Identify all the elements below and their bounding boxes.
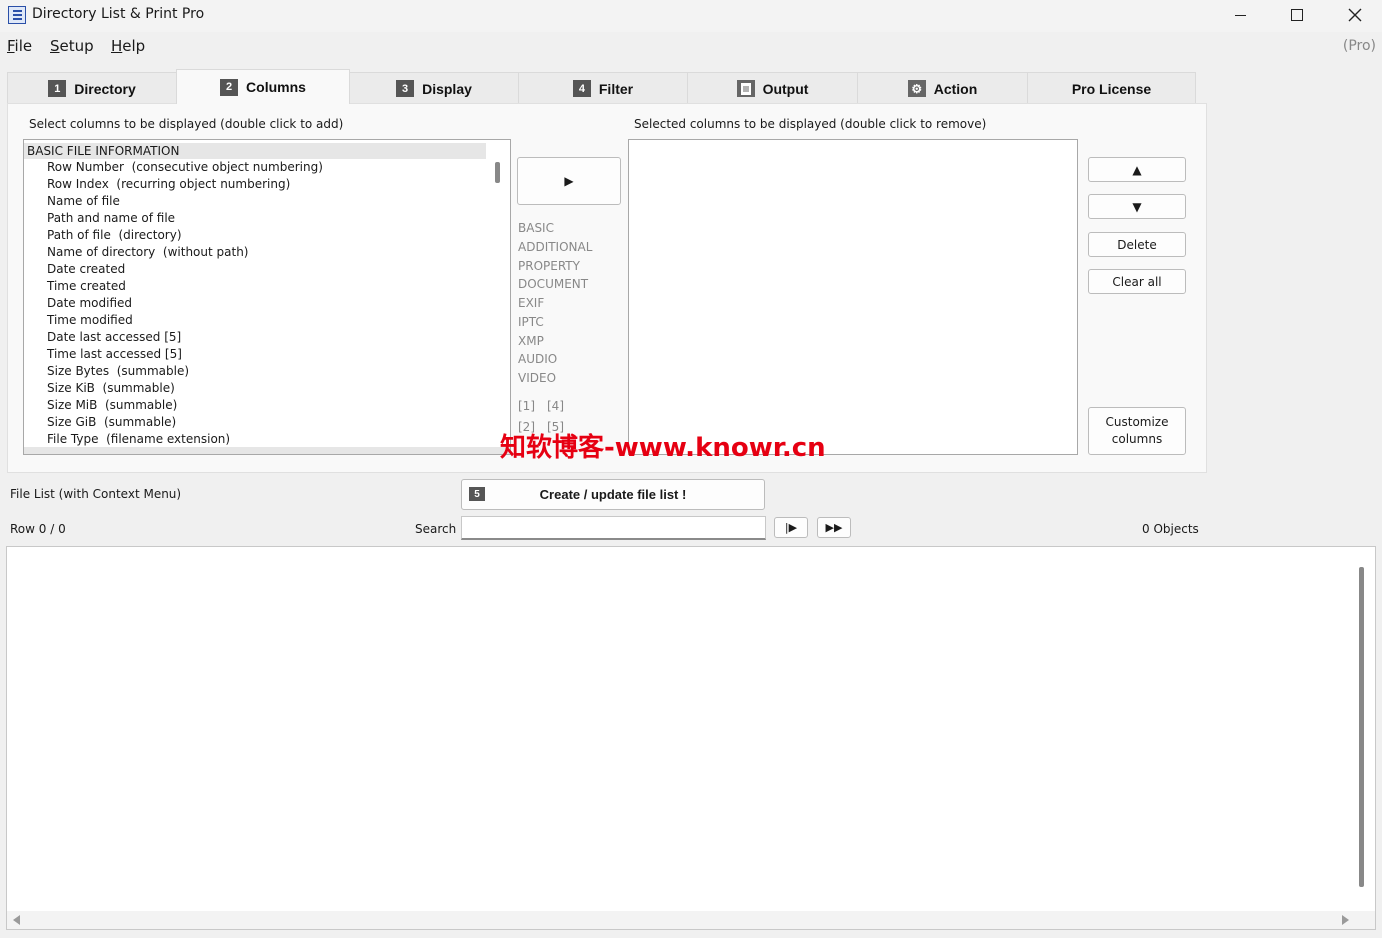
scroll-left-icon[interactable] <box>13 915 20 925</box>
find-all-button[interactable]: ▶▶ <box>817 517 851 538</box>
row-status: Row 0 / 0 <box>10 522 66 536</box>
move-down-button[interactable]: ▼ <box>1088 194 1186 219</box>
vertical-scrollbar[interactable] <box>1359 567 1364 887</box>
list-item[interactable]: Size Bytes (summable) <box>47 363 189 380</box>
tab-number-badge: 4 <box>572 80 591 97</box>
list-item[interactable]: Size GiB (summable) <box>47 414 176 431</box>
list-item[interactable]: Date modified <box>47 295 132 312</box>
tab-number-badge: 2 <box>220 78 239 96</box>
window-title: Directory List & Print Pro <box>32 6 205 22</box>
maximize-button[interactable] <box>1268 0 1326 30</box>
clear-all-button[interactable]: Clear all <box>1088 269 1186 294</box>
menu-file[interactable]: File <box>7 37 32 55</box>
tab-label: Display <box>422 80 472 97</box>
columns-panel: Select columns to be displayed (double c… <box>7 103 1207 473</box>
gear-icon: ⚙ <box>907 80 926 97</box>
tab-label: Output <box>762 80 809 97</box>
category-exif[interactable]: EXIF <box>518 296 544 310</box>
available-columns-label: Select columns to be displayed (double c… <box>29 117 344 131</box>
list-scrollbar[interactable] <box>495 162 500 183</box>
list-item[interactable]: Name of directory (without path) <box>47 244 248 261</box>
footnote-1: [1] <box>518 399 535 413</box>
customize-columns-button[interactable]: Customize columns <box>1088 407 1186 455</box>
tab-label: Action <box>933 80 978 97</box>
list-item[interactable]: Name of file <box>47 193 120 210</box>
menu-bar: File Setup Help (Pro) <box>0 32 1382 56</box>
delete-button[interactable]: Delete <box>1088 232 1186 257</box>
category-iptc[interactable]: IPTC <box>518 315 544 329</box>
tab-bar: 1 Directory 2 Columns 3 Display 4 Filter… <box>7 69 1207 104</box>
add-column-button[interactable]: ▶ <box>517 157 621 205</box>
category-audio[interactable]: AUDIO <box>518 352 557 366</box>
selected-columns-label: Selected columns to be displayed (double… <box>634 117 987 131</box>
list-item[interactable]: Date last accessed [5] <box>47 329 181 346</box>
footnote-4: [4] <box>547 399 564 413</box>
app-icon <box>8 6 26 24</box>
menu-setup[interactable]: Setup <box>50 37 94 55</box>
tab-label: Pro License <box>1071 80 1152 97</box>
create-button-label: Create / update file list ! <box>539 487 687 502</box>
search-input[interactable] <box>461 516 766 540</box>
horizontal-scrollbar[interactable] <box>7 911 1375 929</box>
category-basic[interactable]: BASIC <box>518 221 554 235</box>
tab-display[interactable]: 3 Display <box>349 72 519 104</box>
edition-badge: (Pro) <box>1342 38 1376 54</box>
tab-number-badge: 1 <box>48 80 67 97</box>
close-button[interactable] <box>1326 0 1382 30</box>
list-item[interactable]: Date created <box>47 261 125 278</box>
available-columns-list[interactable]: BASIC FILE INFORMATION Row Number (conse… <box>23 139 511 455</box>
list-item[interactable]: Path and name of file <box>47 210 175 227</box>
list-item[interactable]: Row Number (consecutive object numbering… <box>47 159 323 176</box>
search-label: Search <box>415 522 457 536</box>
list-item[interactable]: Time last accessed [5] <box>47 346 182 363</box>
tab-directory[interactable]: 1 Directory <box>7 72 177 104</box>
selected-columns-list[interactable] <box>628 139 1078 455</box>
maximize-icon <box>1291 9 1303 21</box>
list-group-header[interactable]: BASIC FILE INFORMATION <box>24 143 486 159</box>
category-additional[interactable]: ADDITIONAL <box>518 240 592 254</box>
move-up-button[interactable]: ▲ <box>1088 157 1186 182</box>
minimize-button[interactable] <box>1211 0 1269 30</box>
list-item[interactable]: Size MiB (summable) <box>47 397 177 414</box>
category-video[interactable]: VIDEO <box>518 371 556 385</box>
find-next-button[interactable]: |▶ <box>774 517 808 538</box>
file-list-label: File List (with Context Menu) <box>10 487 182 501</box>
tab-label: Directory <box>74 80 136 97</box>
list-item[interactable]: Time modified <box>47 312 133 329</box>
close-icon <box>1348 8 1362 22</box>
document-icon <box>736 80 755 97</box>
scroll-right-icon[interactable] <box>1342 915 1349 925</box>
list-item[interactable]: Path of file (directory) <box>47 227 182 244</box>
list-next-group-header <box>24 447 510 454</box>
title-bar: Directory List & Print Pro <box>0 0 1382 32</box>
list-item[interactable]: Row Index (recurring object numbering) <box>47 176 290 193</box>
minimize-icon <box>1234 14 1246 16</box>
tab-output[interactable]: Output <box>687 72 858 104</box>
list-item[interactable]: File Type (filename extension) <box>47 431 230 448</box>
file-list-grid[interactable] <box>6 546 1376 930</box>
list-item[interactable]: Size KiB (summable) <box>47 380 175 397</box>
create-file-list-button[interactable]: 5 Create / update file list ! <box>461 479 765 510</box>
tab-label: Filter <box>598 80 634 97</box>
watermark-text: 知软博客-www.knowr.cn <box>500 433 826 463</box>
tab-pro-license[interactable]: Pro License <box>1027 72 1196 104</box>
tab-columns[interactable]: 2 Columns <box>176 69 350 104</box>
category-property[interactable]: PROPERTY <box>518 259 580 273</box>
tab-label: Columns <box>246 79 306 95</box>
category-xmp[interactable]: XMP <box>518 334 544 348</box>
tab-number-badge: 3 <box>396 80 415 97</box>
tab-action[interactable]: ⚙ Action <box>857 72 1028 104</box>
list-item[interactable]: Time created <box>47 278 126 295</box>
step-number-badge: 5 <box>469 487 485 501</box>
objects-count: 0 Objects <box>1142 522 1199 536</box>
tab-filter[interactable]: 4 Filter <box>518 72 688 104</box>
category-document[interactable]: DOCUMENT <box>518 277 588 291</box>
menu-help[interactable]: Help <box>111 37 145 55</box>
